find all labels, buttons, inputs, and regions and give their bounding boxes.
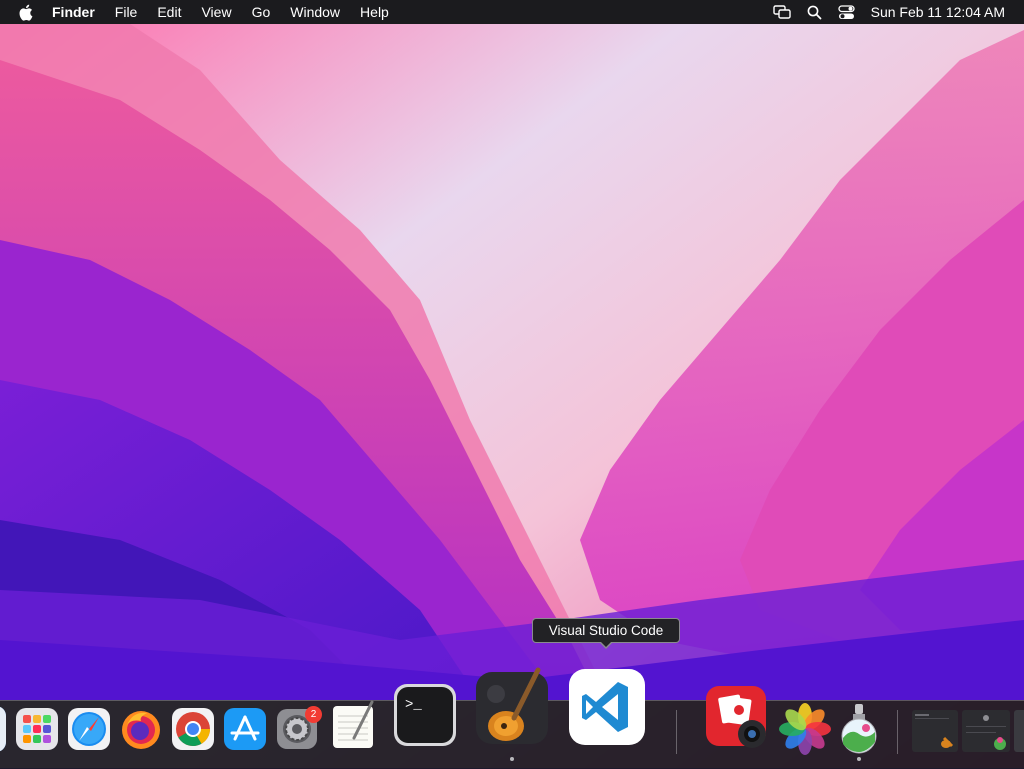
- dock-separator: [676, 710, 677, 754]
- menu-bar: Finder File Edit View Go Window Help Sun…: [0, 0, 1024, 24]
- desktop-wallpaper: [0, 0, 1024, 768]
- app-store-icon[interactable]: [223, 707, 267, 751]
- menu-go[interactable]: Go: [252, 4, 271, 20]
- preview-icon[interactable]: [836, 702, 882, 754]
- running-indicator: [857, 757, 861, 761]
- menu-help[interactable]: Help: [360, 4, 389, 20]
- minimized-window-thumbnail[interactable]: [1014, 710, 1024, 752]
- spotlight-search-icon[interactable]: [807, 5, 822, 20]
- apple-menu-icon[interactable]: [18, 3, 34, 21]
- minimized-window-thumbnail[interactable]: [912, 710, 958, 752]
- garageband-icon[interactable]: [474, 664, 550, 748]
- firefox-icon[interactable]: [119, 707, 163, 751]
- menu-bar-clock[interactable]: Sun Feb 11 12:04 AM: [871, 4, 1005, 20]
- tooltip-arrow: [599, 641, 613, 649]
- menu-file[interactable]: File: [115, 4, 138, 20]
- tooltip-text: Visual Studio Code: [548, 623, 664, 638]
- safari-icon[interactable]: [67, 707, 111, 751]
- menu-edit[interactable]: Edit: [157, 4, 181, 20]
- minimized-window-thumbnail[interactable]: [962, 710, 1010, 752]
- photos-icon[interactable]: [778, 702, 832, 756]
- textedit-icon[interactable]: [330, 700, 378, 750]
- photo-booth-icon[interactable]: [704, 684, 770, 750]
- terminal-icon[interactable]: >_: [393, 683, 457, 747]
- notification-badge: 2: [305, 706, 322, 723]
- finder-icon[interactable]: [0, 706, 6, 752]
- dock-separator: [897, 710, 898, 754]
- dock-tooltip: Visual Studio Code: [532, 618, 680, 649]
- control-center-icon[interactable]: [837, 4, 855, 20]
- svg-text:>_: >_: [405, 697, 422, 713]
- menu-app-name[interactable]: Finder: [52, 4, 95, 20]
- chrome-icon[interactable]: [171, 707, 215, 751]
- menu-window[interactable]: Window: [290, 4, 340, 20]
- running-indicator: [510, 757, 514, 761]
- screen-mirroring-icon[interactable]: [772, 5, 791, 19]
- visual-studio-code-icon[interactable]: [568, 668, 646, 746]
- menu-view[interactable]: View: [201, 4, 231, 20]
- launchpad-icon[interactable]: [15, 707, 59, 751]
